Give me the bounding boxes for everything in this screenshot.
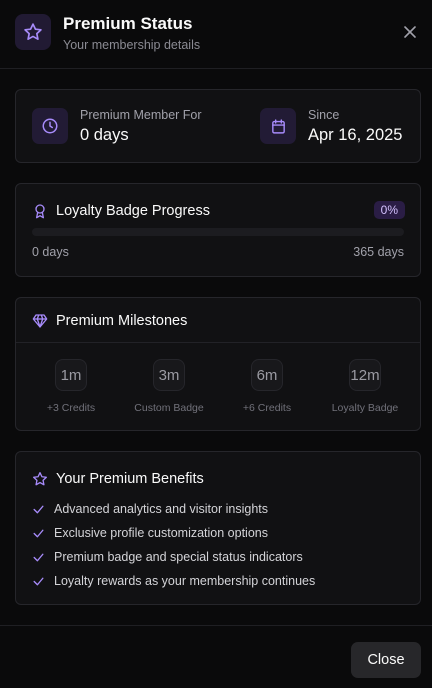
- benefits-card: Your Premium Benefits Advanced analytics…: [15, 451, 421, 605]
- clock-icon: [32, 108, 68, 144]
- check-icon: [32, 527, 45, 540]
- close-icon[interactable]: [400, 22, 420, 42]
- loyalty-progress-bar: [32, 228, 404, 236]
- milestone-item: 3m Custom Badge: [120, 359, 218, 414]
- close-button[interactable]: Close: [351, 642, 421, 678]
- star-icon: [15, 14, 51, 50]
- member-for-value: 0 days: [80, 126, 129, 144]
- milestones-card: Premium Milestones 1m +3 Credits 3m Cust…: [15, 297, 421, 431]
- check-icon: [32, 575, 45, 588]
- milestone-reward: +3 Credits: [46, 402, 96, 414]
- gem-icon: [32, 313, 48, 329]
- milestone-reward: Custom Badge: [134, 402, 204, 414]
- list-item: Exclusive profile customization options: [32, 524, 268, 542]
- list-item: Loyalty rewards as your membership conti…: [32, 572, 315, 590]
- milestone-period: 1m: [55, 359, 87, 391]
- benefit-text: Premium badge and special status indicat…: [54, 550, 303, 564]
- list-item: Advanced analytics and visitor insights: [32, 500, 268, 518]
- milestone-period: 12m: [349, 359, 381, 391]
- milestone-reward: +6 Credits: [242, 402, 292, 414]
- milestone-reward: Loyalty Badge: [331, 402, 399, 414]
- benefits-title: Your Premium Benefits: [56, 471, 204, 487]
- benefit-text: Exclusive profile customization options: [54, 526, 268, 540]
- milestone-period: 6m: [251, 359, 283, 391]
- dialog-title: Premium Status: [63, 14, 193, 33]
- member-for-label: Premium Member For: [80, 108, 202, 122]
- list-item: Premium badge and special status indicat…: [32, 548, 303, 566]
- loyalty-progress-card: Loyalty Badge Progress 0% 0 days 365 day…: [15, 183, 421, 277]
- progress-max-label: 365 days: [353, 245, 404, 259]
- dialog-subtitle: Your membership details: [63, 38, 201, 52]
- since-value: Apr 16, 2025: [308, 126, 403, 144]
- dialog-header: Premium Status Your membership details: [0, 0, 432, 69]
- milestone-period: 3m: [153, 359, 185, 391]
- milestone-item: 1m +3 Credits: [22, 359, 120, 414]
- since-label: Since: [308, 108, 340, 122]
- progress-percent-badge: 0%: [373, 201, 405, 219]
- progress-min-label: 0 days: [32, 245, 69, 259]
- check-icon: [32, 503, 45, 516]
- benefit-text: Loyalty rewards as your membership conti…: [54, 574, 316, 588]
- check-icon: [32, 551, 45, 564]
- milestone-item: 12m Loyalty Badge: [316, 359, 414, 414]
- membership-stats-card: Premium Member For 0 days Since Apr 16, …: [15, 89, 421, 163]
- star-icon: [32, 471, 48, 487]
- milestone-item: 6m +6 Credits: [218, 359, 316, 414]
- milestones-title: Premium Milestones: [56, 313, 188, 329]
- milestones-divider: [16, 342, 420, 343]
- benefit-text: Advanced analytics and visitor insights: [54, 502, 269, 516]
- award-icon: [32, 203, 48, 219]
- calendar-icon: [260, 108, 296, 144]
- loyalty-title: Loyalty Badge Progress: [56, 203, 210, 219]
- footer-divider: [0, 625, 432, 626]
